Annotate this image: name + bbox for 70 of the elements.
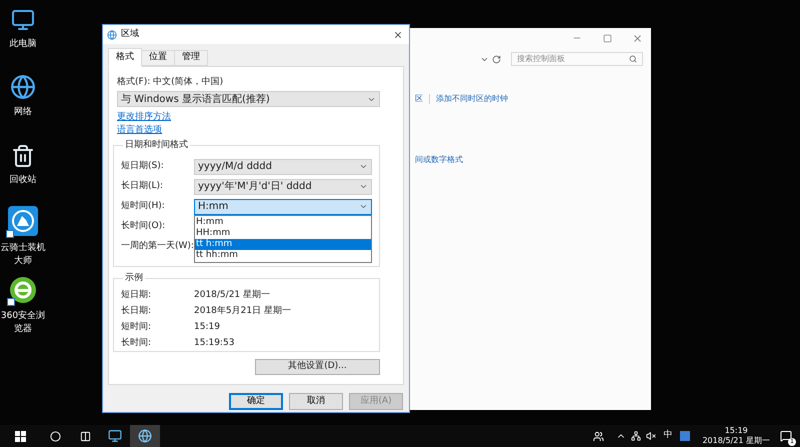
monitor-icon <box>108 429 122 443</box>
maximize-icon <box>602 34 612 42</box>
dropdown[interactable]: yyyy/M/d dddd <box>194 158 372 174</box>
link[interactable]: 间或数字格式 <box>415 155 463 165</box>
recycle-bin-icon <box>11 144 35 168</box>
clock-time[interactable]: 15:19 <box>724 426 748 436</box>
more-settings-button[interactable]: 其他设置(D)... <box>255 359 380 375</box>
dropdown-option[interactable]: tt hh:mm <box>195 250 371 260</box>
circle-icon <box>50 430 60 442</box>
task-view-icon <box>80 430 90 442</box>
window-title: 区域 <box>121 28 139 41</box>
example-label: 长时间: <box>121 336 152 350</box>
dropdown[interactable]: H:mm <box>194 198 372 214</box>
refresh-icon <box>492 54 501 64</box>
example-label: 短日期: <box>121 288 152 302</box>
link[interactable]: 更改排序方法 <box>117 111 171 124</box>
dropdown-option[interactable]: H:mm <box>195 216 371 228</box>
example-value: 2018/5/21 星期一 <box>194 288 270 302</box>
desktop-icon-label[interactable]: 回收站 <box>0 174 46 187</box>
field-label: 短时间(H): <box>121 200 166 213</box>
link[interactable]: 区 <box>415 94 423 104</box>
tab[interactable]: 格式 <box>108 48 142 67</box>
globe-icon <box>10 74 36 100</box>
app-tray-icon[interactable] <box>680 431 690 441</box>
dropdown-option[interactable]: tt h:mm <box>195 238 371 250</box>
example-label: 长日期: <box>121 304 152 318</box>
tab[interactable]: 位置 <box>141 50 175 66</box>
windows-logo-icon <box>14 430 26 442</box>
input-method-indicator[interactable]: 中 <box>663 429 672 443</box>
globe-icon <box>107 30 117 40</box>
format-label: 格式(F): 中文(简体，中国) <box>117 76 224 89</box>
tab[interactable]: 管理 <box>174 50 208 66</box>
dialog-button[interactable]: 确定 <box>229 393 283 410</box>
chevron-down-icon <box>359 162 368 171</box>
desktop-icon-label[interactable]: 此电脑 <box>0 38 46 51</box>
field-label: 短日期(S): <box>121 160 165 173</box>
search-icon <box>629 55 637 63</box>
taskbar-app[interactable] <box>130 425 160 447</box>
desktop-icon-label[interactable]: 云骑士装机大师 <box>0 242 46 268</box>
app-icon <box>8 206 38 236</box>
field-label: 一周的第一天(W): <box>121 240 194 253</box>
group-title: 日期和时间格式 <box>124 139 189 152</box>
example-label: 短时间: <box>121 320 152 334</box>
clock-date[interactable]: 2018/5/21 星期一 <box>702 436 770 446</box>
dropdown[interactable]: 与 Windows 显示语言匹配(推荐) <box>117 91 380 107</box>
dropdown-option[interactable]: HH:mm <box>195 228 371 238</box>
dropdown[interactable]: yyyy'年'M'月'd'日' dddd <box>194 178 372 194</box>
close-icon <box>632 32 642 44</box>
search-field[interactable]: 搜索控制面板 <box>511 52 643 66</box>
muted-volume-icon[interactable] <box>646 431 656 441</box>
close-icon <box>393 30 403 40</box>
network-icon[interactable] <box>631 431 642 441</box>
example-value: 2018年5月21日 星期一 <box>194 304 291 318</box>
field-label: 长时间(O): <box>121 220 166 233</box>
example-value: 15:19 <box>194 320 220 334</box>
browser-icon <box>9 276 37 304</box>
example-value: 15:19:53 <box>194 336 234 350</box>
computer-icon <box>11 8 35 32</box>
chevron-down-icon <box>359 182 368 191</box>
link[interactable]: 添加不同时区的时钟 <box>429 94 508 104</box>
field-label: 长日期(L): <box>121 180 164 193</box>
link[interactable]: 语言首选项 <box>117 124 162 137</box>
globe-icon <box>138 429 152 443</box>
dialog-button[interactable]: 取消 <box>289 393 343 410</box>
group-title: 示例 <box>124 272 144 285</box>
desktop-icon-label[interactable]: 360安全浏览器 <box>0 310 46 336</box>
chevron-down-icon <box>359 202 368 211</box>
people-icon[interactable] <box>593 430 604 442</box>
desktop-icon-label[interactable]: 网络 <box>0 106 46 119</box>
notification-icon[interactable] <box>780 430 792 442</box>
